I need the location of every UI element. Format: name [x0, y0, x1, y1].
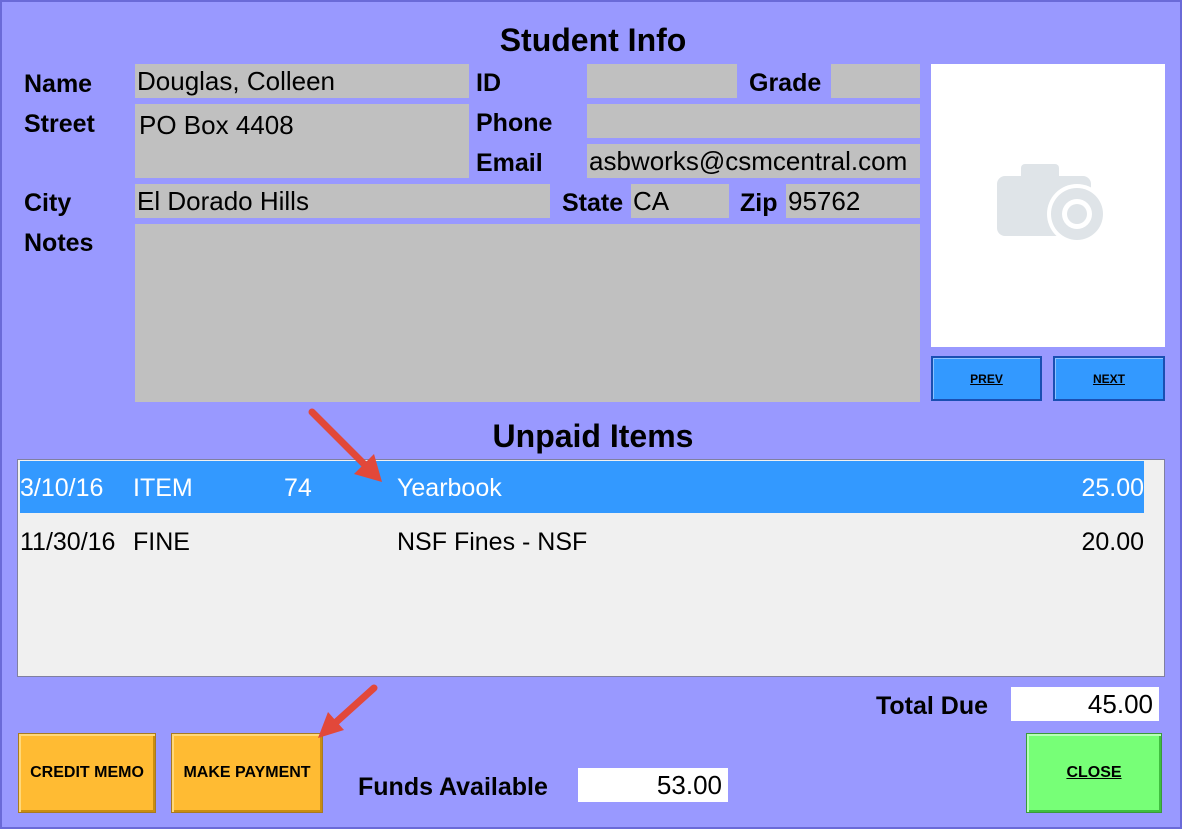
- list-item[interactable]: 3/10/16 ITEM 74 Yearbook 25.00: [20, 461, 1144, 513]
- student-info-title: Student Info: [499, 22, 687, 58]
- credit-memo-button[interactable]: CREDIT MEMO: [18, 733, 156, 813]
- student-photo: [931, 64, 1165, 347]
- zip-label: Zip: [740, 189, 778, 217]
- list-item[interactable]: 11/30/16 FINE NSF Fines - NSF 20.00: [20, 515, 1144, 567]
- state-label: State: [562, 189, 624, 217]
- grade-label: Grade: [749, 69, 822, 97]
- zip-field[interactable]: 95762: [786, 184, 920, 218]
- name-label: Name: [24, 70, 93, 98]
- item-code: 74: [284, 474, 312, 502]
- state-field[interactable]: CA: [631, 184, 729, 218]
- item-description: NSF Fines - NSF: [397, 528, 588, 556]
- item-type: ITEM: [133, 474, 193, 502]
- id-label: ID: [476, 69, 501, 97]
- total-due-value: 45.00: [1011, 687, 1159, 721]
- next-button-label: NEXT: [1092, 371, 1125, 386]
- prev-button[interactable]: PREV: [931, 356, 1042, 401]
- item-description: Yearbook: [397, 474, 502, 502]
- next-button[interactable]: NEXT: [1053, 356, 1165, 401]
- close-button[interactable]: CLOSE: [1026, 733, 1162, 813]
- phone-label: Phone: [476, 109, 553, 137]
- notes-label: Notes: [24, 229, 94, 257]
- credit-memo-label: CREDIT MEMO: [30, 764, 144, 781]
- id-field[interactable]: [587, 64, 737, 98]
- make-payment-button[interactable]: MAKE PAYMENT: [171, 733, 323, 813]
- email-label: Email: [476, 149, 543, 177]
- notes-field[interactable]: [135, 224, 920, 402]
- unpaid-items-list[interactable]: 3/10/16 ITEM 74 Yearbook 25.00 11/30/16 …: [17, 459, 1165, 677]
- prev-button-label: PREV: [970, 371, 1003, 386]
- close-label: CLOSE: [1066, 764, 1122, 781]
- city-field[interactable]: El Dorado Hills: [135, 184, 550, 218]
- name-field[interactable]: Douglas, Colleen: [135, 64, 469, 98]
- make-payment-label: MAKE PAYMENT: [183, 764, 311, 781]
- total-due-label: Total Due: [876, 692, 989, 720]
- unpaid-items-title: Unpaid Items: [492, 418, 694, 454]
- item-type: FINE: [133, 528, 190, 556]
- funds-available-value: 53.00: [578, 768, 728, 802]
- email-field[interactable]: asbworks@csmcentral.com: [587, 144, 920, 178]
- item-date: 11/30/16: [20, 528, 116, 556]
- street-field[interactable]: PO Box 4408: [135, 104, 469, 178]
- item-amount: 25.00: [1081, 474, 1144, 502]
- city-label: City: [24, 189, 72, 217]
- item-amount: 20.00: [1081, 528, 1144, 556]
- item-date: 3/10/16: [20, 474, 104, 502]
- grade-field[interactable]: [831, 64, 920, 98]
- camera-icon: [997, 164, 1107, 244]
- phone-field[interactable]: [587, 104, 920, 138]
- street-label: Street: [24, 110, 95, 138]
- student-info-window: Student Info Name Street City Notes ID G…: [0, 0, 1182, 829]
- funds-available-label: Funds Available: [358, 773, 548, 801]
